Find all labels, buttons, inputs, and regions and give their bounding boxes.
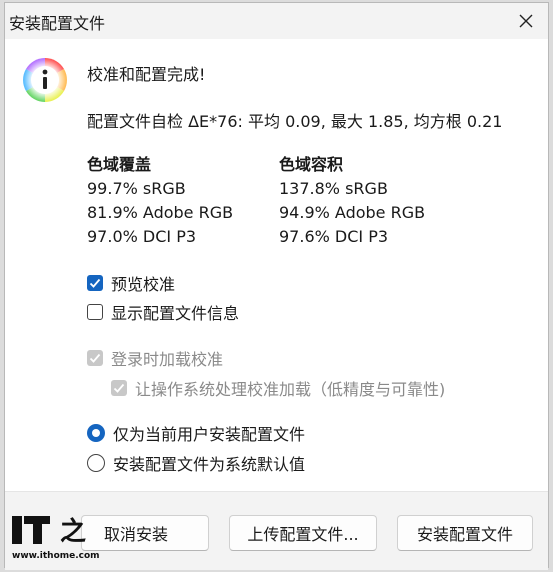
install-system-default-label: 安装配置文件为系统默认值	[113, 455, 306, 474]
os-handle-calibration-checkbox[interactable]: 让操作系统处理校准加载（低精度与可靠性)	[111, 377, 445, 399]
selfcheck-summary: 配置文件自检 ΔE*76: 平均 0.09, 最大 1.85, 均方根 0.21	[87, 112, 503, 131]
info-icon	[22, 57, 68, 103]
radio-selected-icon	[87, 424, 105, 442]
install-profile-dialog: 安装配置文件 校准和配置完成! 配置文件自检 ΔE*76: 平均 0.09, 最…	[4, 2, 549, 570]
checkbox-checked-disabled-icon	[87, 350, 103, 366]
gamut-volume-title: 色域容积	[279, 155, 344, 174]
upload-profile-button[interactable]: 上传配置文件...	[229, 515, 377, 551]
install-system-default-radio[interactable]: 安装配置文件为系统默认值	[87, 452, 305, 474]
svg-text:之: 之	[60, 516, 86, 547]
window-title: 安装配置文件	[9, 14, 106, 33]
gamut-coverage-value: 97.0% DCI P3	[87, 227, 197, 246]
install-current-user-radio[interactable]: 仅为当前用户安装配置文件	[87, 422, 305, 444]
close-button[interactable]	[512, 7, 540, 35]
gamut-coverage-value: 99.7% sRGB	[87, 179, 186, 198]
install-current-user-label: 仅为当前用户安装配置文件	[113, 425, 306, 444]
gamut-volume-value: 94.9% Adobe RGB	[279, 203, 426, 222]
gamut-coverage-title: 色域覆盖	[87, 155, 152, 174]
show-profile-info-label: 显示配置文件信息	[111, 304, 240, 323]
gamut-volume-value: 97.6% DCI P3	[279, 227, 389, 246]
ithome-logo-icon: 之	[10, 513, 90, 547]
preview-calibration-checkbox[interactable]: 预览校准	[87, 272, 175, 294]
checkbox-checked-disabled-icon	[111, 380, 127, 396]
gamut-coverage-section: 色域覆盖 99.7% sRGB 81.9% Adobe RGB 97.0% DC…	[87, 153, 233, 249]
load-on-login-checkbox[interactable]: 登录时加载校准	[87, 347, 223, 369]
install-profile-button[interactable]: 安装配置文件	[397, 515, 533, 551]
title-bar: 安装配置文件	[5, 3, 548, 39]
checkbox-unchecked-icon	[87, 304, 103, 320]
watermark-url: www.ithome.com	[12, 551, 100, 561]
show-profile-info-checkbox[interactable]: 显示配置文件信息	[87, 301, 239, 323]
gamut-volume-section: 色域容积 137.8% sRGB 94.9% Adobe RGB 97.6% D…	[279, 153, 425, 249]
completion-heading: 校准和配置完成!	[87, 65, 206, 84]
preview-calibration-label: 预览校准	[111, 275, 176, 294]
gamut-coverage-value: 81.9% Adobe RGB	[87, 203, 234, 222]
close-icon	[519, 14, 533, 28]
load-on-login-label: 登录时加载校准	[111, 350, 224, 369]
radio-unselected-icon	[87, 454, 105, 472]
ithome-watermark: 之 www.ithome.com	[10, 513, 102, 567]
os-handle-calibration-label: 让操作系统处理校准加载（低精度与可靠性)	[135, 380, 446, 399]
gamut-volume-value: 137.8% sRGB	[279, 179, 388, 198]
checkbox-checked-icon	[87, 275, 103, 291]
